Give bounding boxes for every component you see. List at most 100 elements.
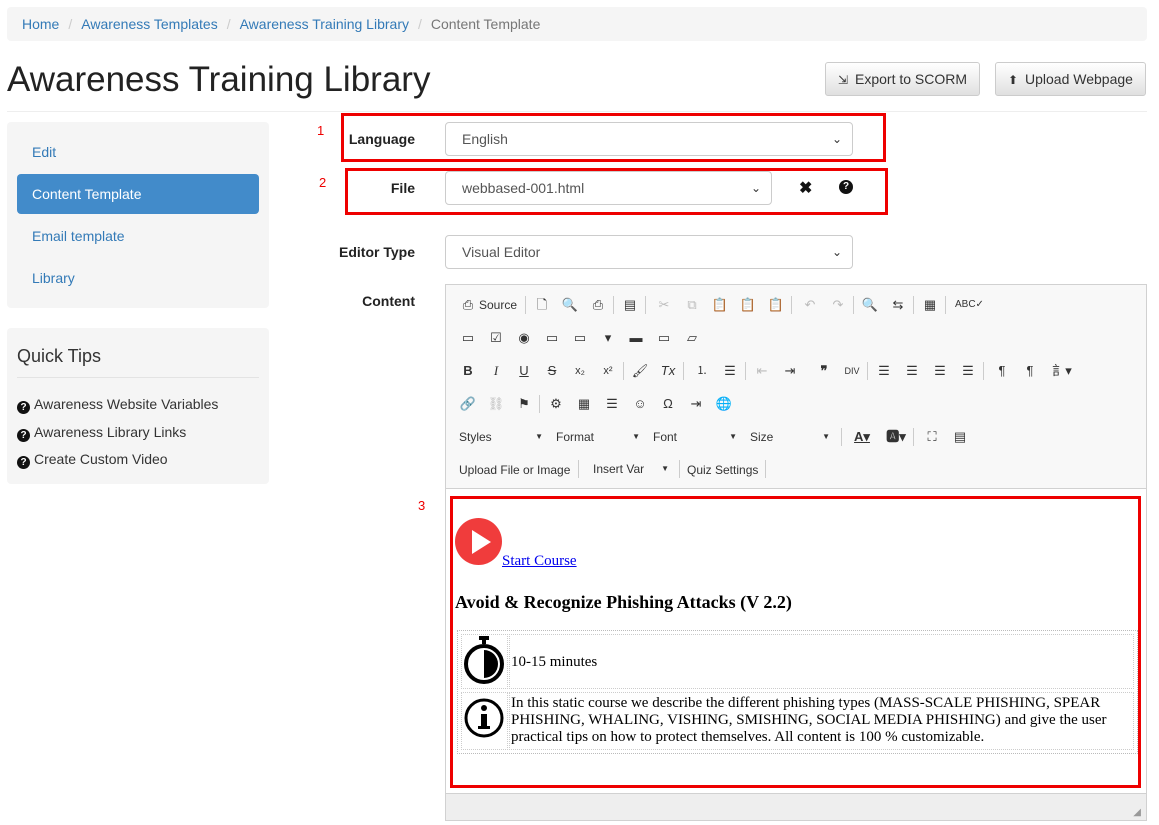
title-divider [7,111,1147,112]
select-field-icon[interactable]: ▾ [599,329,617,347]
toolbar-separator [613,296,614,314]
text-direction-ltr-icon[interactable]: ¶ [993,362,1011,380]
subscript-icon[interactable]: x₂ [571,362,589,380]
content-label: Content [362,293,415,309]
tip-website-variables[interactable]: ? Awareness Website Variables [17,396,218,414]
button-field-icon[interactable]: ▬ [627,329,645,347]
new-page-icon[interactable]: 🗋 [533,296,551,314]
align-center-icon[interactable]: ☰ [903,362,921,380]
file-select[interactable]: webbased-001.html ⌄ [445,171,772,205]
sidebar-item-email-template[interactable]: Email template [17,216,259,256]
sidebar-item-library[interactable]: Library [17,258,259,298]
radio-icon[interactable]: ◉ [515,329,533,347]
toolbar-separator [679,460,680,478]
paste-icon[interactable]: 📋 [711,296,729,314]
breadcrumb-home[interactable]: Home [22,16,59,32]
insert-var-combo[interactable]: Insert Var ▼ [593,458,673,480]
print-icon[interactable]: ⎙ [589,296,607,314]
replace-icon[interactable]: ⇆ [889,296,907,314]
align-right-icon[interactable]: ☰ [931,362,949,380]
format-combo[interactable]: Format ▼ [556,426,644,448]
maximize-icon[interactable]: ⛶ [923,428,941,446]
annotation-number-3: 3 [418,498,426,513]
language-select[interactable]: English ⌄ [445,122,853,156]
copy-format-icon[interactable]: 🖌 [631,362,649,380]
export-scorm-button[interactable]: ⇲ Export to SCORM [825,62,981,96]
upload-webpage-button[interactable]: ⬆ Upload Webpage [995,62,1146,96]
smiley-icon[interactable]: ☺ [631,395,649,413]
div-container-icon[interactable]: DIV [843,362,861,380]
text-direction-rtl-icon[interactable]: ¶ [1021,362,1039,380]
editor-status-bar: ◢ [446,793,1146,820]
horizontal-line-icon[interactable]: ☰ [603,395,621,413]
strikethrough-icon[interactable]: S [543,362,561,380]
bulleted-list-icon[interactable]: ☰ [721,362,739,380]
size-combo[interactable]: Size ▼ [750,426,834,448]
tip-library-links[interactable]: ? Awareness Library Links [17,424,186,442]
special-char-icon[interactable]: Ω [659,395,677,413]
editor-toolbar: ⎙ Source 🗋 🔍 ⎙ ▤ ✂ ⧉ 📋 📋 📋 ↶ ↷ 🔍 ⇆ ▦ ABC… [446,285,1146,489]
checkbox-icon[interactable]: ☑ [487,329,505,347]
close-icon[interactable]: ✖ [799,178,812,198]
tip-custom-video[interactable]: ? Create Custom Video [17,451,168,469]
bold-icon[interactable]: B [459,362,477,380]
form-icon[interactable]: ▭ [459,329,477,347]
superscript-icon[interactable]: x² [599,362,617,380]
flash-icon[interactable]: ⚙ [547,395,565,413]
blockquote-icon[interactable]: ❞ [815,362,833,380]
help-icon[interactable]: ? [839,180,853,194]
quiz-settings-button[interactable]: Quiz Settings [687,463,758,477]
outdent-icon[interactable]: ⇤ [753,362,771,380]
question-circle-icon: ? [17,456,30,469]
anchor-flag-icon[interactable]: ⚑ [515,395,533,413]
textfield-icon[interactable]: ▭ [543,329,561,347]
font-combo[interactable]: Font ▼ [653,426,741,448]
chevron-down-icon: ⌄ [750,181,761,195]
language-icon[interactable]: 訁▾ [1049,362,1075,380]
align-left-icon[interactable]: ☰ [875,362,893,380]
justify-icon[interactable]: ☰ [959,362,977,380]
unlink-icon[interactable]: ⛓ [487,395,505,413]
find-icon[interactable]: 🔍 [861,296,879,314]
page-break-icon[interactable]: ⇥ [687,395,705,413]
show-blocks-icon[interactable]: ▤ [951,428,969,446]
background-color-icon[interactable]: 🅰▾ [883,428,909,446]
select-all-icon[interactable]: ▦ [921,296,939,314]
toolbar-separator [791,296,792,314]
copy-icon[interactable]: ⧉ [683,296,701,314]
resize-handle-icon[interactable]: ◢ [1133,807,1141,818]
editor-type-select[interactable]: Visual Editor ⌄ [445,235,853,269]
breadcrumb-training-library[interactable]: Awareness Training Library [240,16,409,32]
styles-combo[interactable]: Styles ▼ [459,426,547,448]
text-color-icon[interactable]: A▾ [849,428,875,446]
indent-icon[interactable]: ⇥ [781,362,799,380]
spellcheck-icon[interactable]: ABC✓ [955,296,984,314]
remove-format-icon[interactable]: Tx [659,362,677,380]
underline-icon[interactable]: U [515,362,533,380]
redo-icon[interactable]: ↷ [829,296,847,314]
source-icon: ⎙ [462,297,474,312]
textarea-icon[interactable]: ▭ [571,329,589,347]
paste-text-icon[interactable]: 📋 [739,296,757,314]
source-button[interactable]: Source [479,298,517,312]
italic-icon[interactable]: I [487,362,505,380]
preview-icon[interactable]: 🔍 [561,296,579,314]
breadcrumb: Home / Awareness Templates / Awareness Train… [7,7,1147,41]
templates-icon[interactable]: ▤ [621,296,639,314]
numbered-list-icon[interactable]: ⒈ [693,362,711,380]
cut-icon[interactable]: ✂ [655,296,673,314]
upload-webpage-label: Upload Webpage [1025,71,1133,87]
sidebar-item-edit[interactable]: Edit [17,132,259,172]
upload-file-button[interactable]: Upload File or Image [459,463,570,477]
caret-down-icon: ▼ [729,432,737,441]
iframe-globe-icon[interactable]: 🌐 [715,395,733,413]
undo-icon[interactable]: ↶ [801,296,819,314]
image-button-icon[interactable]: ▭ [655,329,673,347]
paste-word-icon[interactable]: 📋 [767,296,785,314]
link-icon[interactable]: 🔗 [459,395,477,413]
sidebar-item-content-template[interactable]: Content Template [17,174,259,214]
hidden-field-icon[interactable]: ▱ [683,329,701,347]
breadcrumb-awareness-templates[interactable]: Awareness Templates [81,16,217,32]
file-label: File [390,180,415,196]
table-icon[interactable]: ▦ [575,395,593,413]
